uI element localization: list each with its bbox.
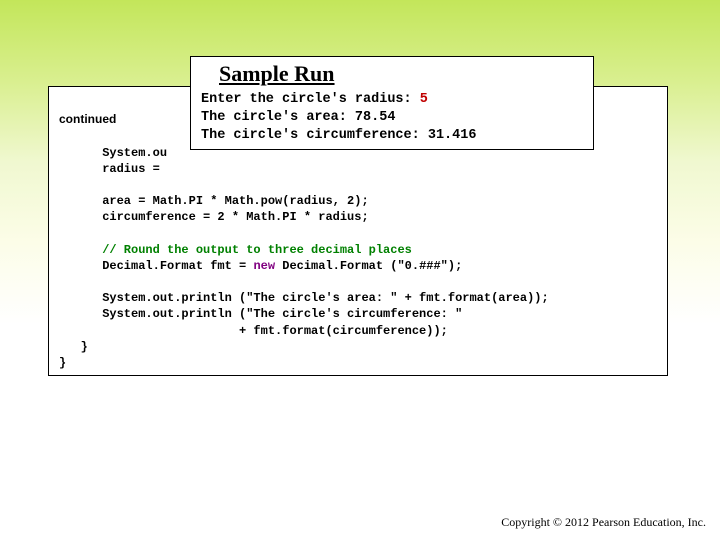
popup-user-input: 5	[420, 92, 428, 107]
code-line-12: + fmt.format(circumference));	[59, 324, 448, 338]
keyword-new: new	[253, 259, 275, 273]
code-line-14: }	[59, 356, 66, 370]
popup-title: Sample Run	[219, 61, 583, 87]
code-line-13: }	[59, 340, 88, 354]
code-line-8b: Decimal.Format ("0.###");	[275, 259, 462, 273]
code-line-11: System.out.println ("The circle's circum…	[59, 307, 462, 321]
code-line-6: circumference = 2 * Math.PI * radius;	[59, 210, 369, 224]
copyright-text: Copyright © 2012 Pearson Education, Inc.	[501, 515, 706, 530]
code-line-8a: Decimal.Format fmt =	[59, 259, 253, 273]
code-comment-1: // Round the output to three decimal pla…	[59, 243, 412, 257]
code-line-2: System.ou	[59, 146, 167, 160]
code-line-3: radius =	[59, 162, 167, 176]
code-line-5: area = Math.PI * Math.pow(radius, 2);	[59, 194, 369, 208]
continued-label: continued	[59, 112, 116, 126]
popup-line-1a: Enter the circle's radius:	[201, 92, 420, 107]
popup-line-2: The circle's area: 78.54	[201, 110, 395, 125]
sample-run-popup: Sample Run Enter the circle's radius: 5 …	[190, 56, 594, 150]
popup-body: Enter the circle's radius: 5 The circle'…	[201, 91, 583, 146]
code-line-10: System.out.println ("The circle's area: …	[59, 291, 549, 305]
popup-line-3: The circle's circumference: 31.416	[201, 128, 476, 143]
